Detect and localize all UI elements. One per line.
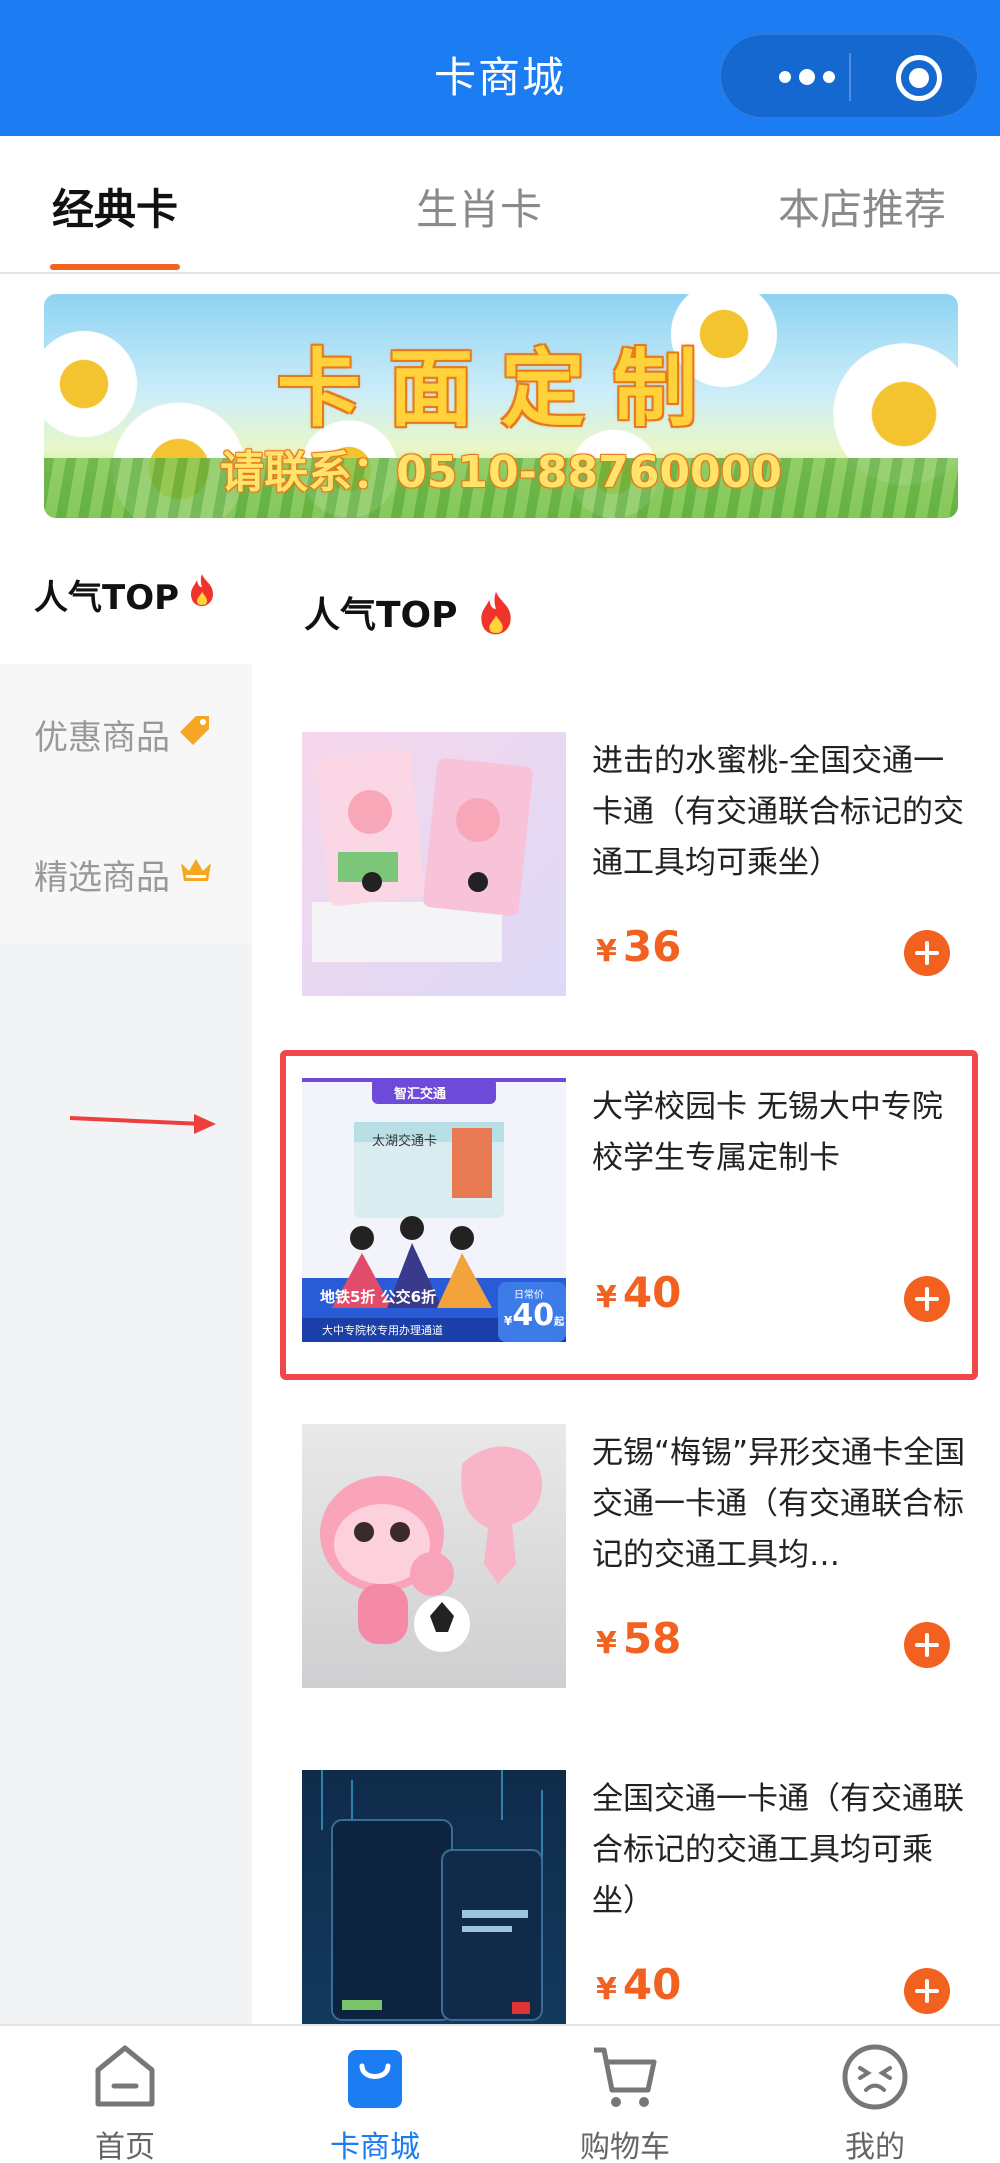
- nav-home[interactable]: 首页: [0, 2026, 250, 2163]
- fire-icon: [476, 588, 516, 647]
- add-to-cart-icon[interactable]: [904, 1622, 950, 1668]
- nav-label: 我的: [845, 2130, 905, 2163]
- sidebar-item-label: 精选商品: [34, 857, 170, 898]
- currency-symbol: ¥: [596, 1972, 617, 2007]
- product-image-peach-card[interactable]: [302, 732, 566, 996]
- close-target-icon[interactable]: [896, 55, 942, 101]
- price-value: 58: [622, 1614, 682, 1663]
- currency-symbol: ¥: [596, 1626, 617, 1661]
- crown-icon: [178, 854, 214, 894]
- category-sidebar: 人气TOP 优惠商品 精选商品: [0, 524, 252, 2024]
- nav-mine[interactable]: 我的: [750, 2026, 1000, 2163]
- active-tab-underline: [50, 264, 180, 270]
- product-name[interactable]: 全国交通一卡通（有交通联合标记的交通工具均可乘坐）: [592, 1774, 972, 1927]
- tab-zodiac-card[interactable]: 生肖卡: [416, 176, 542, 237]
- sidebar-item-popular-top[interactable]: 人气TOP: [0, 524, 252, 664]
- face-icon: [842, 2044, 908, 2110]
- sidebar-item-label: 优惠商品: [34, 717, 170, 758]
- banner-phone: 请联系：0510-88760000: [220, 447, 782, 498]
- price-tag-icon: [178, 713, 212, 756]
- currency-symbol: ¥: [596, 934, 617, 969]
- add-to-cart-icon[interactable]: [904, 1968, 950, 2014]
- product-price: ¥40: [596, 1960, 681, 2009]
- bottom-nav: 首页 卡商城 购物车 我的: [0, 2024, 1000, 2163]
- nav-label: 首页: [95, 2130, 155, 2163]
- product-card[interactable]: 无锡“梅锡”异形交通卡全国交通一卡通（有交通联合标记的交通工具均… ¥58: [252, 1408, 1000, 1708]
- capsule-divider: [849, 53, 851, 101]
- price-value: 40: [622, 1960, 682, 2009]
- nav-cart[interactable]: 购物车: [500, 2026, 750, 2163]
- product-image-meixi-card[interactable]: [302, 1424, 566, 1688]
- custom-card-banner[interactable]: 卡面定制 请联系：0510-88760000: [44, 294, 958, 518]
- product-price: ¥36: [596, 922, 681, 971]
- shopping-bag-icon: [348, 2050, 402, 2108]
- product-price: ¥58: [596, 1614, 681, 1663]
- product-name[interactable]: 进击的水蜜桃-全国交通一卡通（有交通联合标记的交通工具均可乘坐）: [592, 736, 972, 889]
- product-card[interactable]: 进击的水蜜桃-全国交通一卡通（有交通联合标记的交通工具均可乘坐） ¥36: [252, 716, 1000, 1016]
- product-image-national-card[interactable]: [302, 1770, 566, 2024]
- tab-store-recommend[interactable]: 本店推荐: [778, 176, 946, 237]
- banner-area: 卡面定制 请联系：0510-88760000: [0, 274, 1000, 524]
- price-value: 36: [622, 922, 682, 971]
- sidebar-empty-area: [0, 944, 252, 2024]
- nav-card-mall[interactable]: 卡商城: [250, 2026, 500, 2163]
- more-icon[interactable]: [757, 57, 857, 97]
- product-name[interactable]: 无锡“梅锡”异形交通卡全国交通一卡通（有交通联合标记的交通工具均…: [592, 1428, 972, 1581]
- sidebar-item-featured[interactable]: 精选商品: [0, 804, 252, 944]
- banner-title: 卡面定制: [276, 340, 725, 438]
- mini-program-capsule: [720, 34, 978, 118]
- category-tabs: 经典卡 生肖卡 本店推荐: [0, 136, 1000, 274]
- tab-classic-card[interactable]: 经典卡: [52, 176, 178, 237]
- highlight-box: [280, 1050, 978, 1380]
- top-bar: 卡商城: [0, 0, 1000, 136]
- cart-icon: [594, 2047, 657, 2107]
- arrow-icon: [69, 1114, 216, 1134]
- product-card[interactable]: 全国交通一卡通（有交通联合标记的交通工具均可乘坐） ¥40: [252, 1754, 1000, 2024]
- nav-label: 卡商城: [330, 2130, 420, 2163]
- section-title: 人气TOP: [304, 586, 516, 647]
- section-title-text: 人气TOP: [304, 595, 458, 636]
- sidebar-item-label: 人气TOP: [34, 577, 180, 618]
- nav-label: 购物车: [580, 2130, 670, 2163]
- fire-icon: [187, 572, 217, 617]
- add-to-cart-icon[interactable]: [904, 930, 950, 976]
- home-icon: [95, 2045, 155, 2107]
- sidebar-item-discount[interactable]: 优惠商品: [0, 664, 252, 804]
